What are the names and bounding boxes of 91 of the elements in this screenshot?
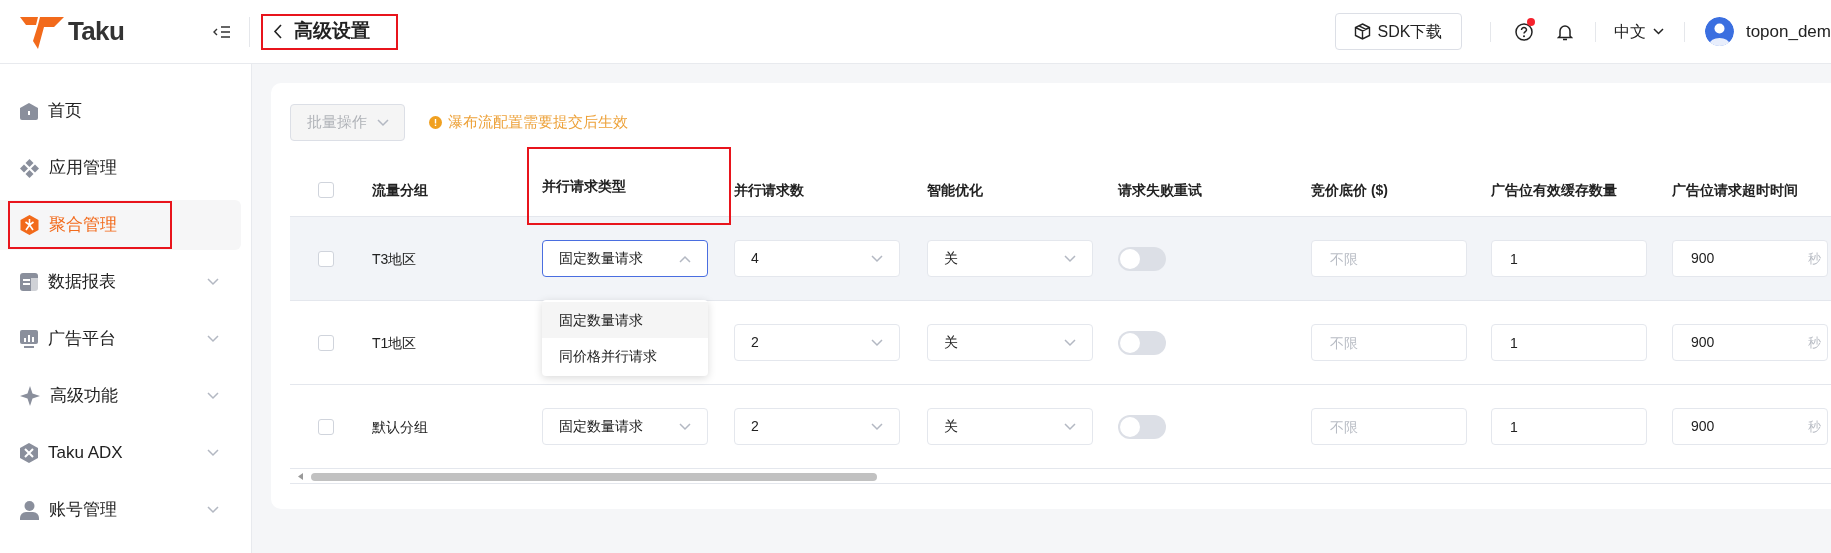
sidebar-item[interactable]: 应用管理 <box>0 143 241 193</box>
username[interactable]: topon_dem <box>1745 18 1831 45</box>
input-field[interactable]: 1 <box>1491 408 1647 445</box>
input-field[interactable]: 1 <box>1491 240 1647 277</box>
toggle-switch[interactable] <box>1118 414 1166 439</box>
checkbox[interactable] <box>318 418 334 435</box>
chevron-down-icon <box>207 506 219 514</box>
table-cell: T3地区 <box>372 250 417 267</box>
chevron-down-icon <box>207 449 219 457</box>
warning-icon <box>429 116 442 129</box>
column-header: 请求失败重试 <box>1118 182 1202 198</box>
select-field[interactable]: 关 <box>927 408 1093 445</box>
checkbox[interactable] <box>318 182 334 198</box>
chevron-down-icon <box>1064 254 1076 263</box>
select-field[interactable]: 固定数量请求 <box>542 240 708 277</box>
chevron-down-icon <box>871 254 883 263</box>
chevron-down-icon <box>1652 28 1664 35</box>
avatar-icon[interactable] <box>1704 17 1734 46</box>
menu-label: 应用管理 <box>49 157 117 180</box>
table-cell: T1地区 <box>372 334 417 351</box>
chevron-down-icon <box>871 338 883 347</box>
person-icon <box>20 500 39 520</box>
column-header: 流量分组 <box>372 182 428 198</box>
bell-icon[interactable] <box>1556 22 1573 41</box>
select-field[interactable]: 关 <box>927 240 1093 277</box>
sidebar-item[interactable]: 数据报表 <box>0 257 241 307</box>
sidebar-item[interactable]: 高级功能 <box>0 371 241 421</box>
sidebar-item[interactable]: Taku ADX <box>0 428 241 478</box>
select-field[interactable]: 4 <box>734 240 900 277</box>
dropdown-option[interactable]: 同价格并行请求 <box>542 338 708 374</box>
column-header: 竞价底价 ($) <box>1311 182 1388 198</box>
column-header: 并行请求类型 <box>542 176 626 196</box>
home-icon <box>20 102 38 120</box>
column-header: 广告位请求超时时间 <box>1672 182 1798 198</box>
sidebar-item[interactable]: 账号管理 <box>0 485 241 535</box>
checkbox[interactable] <box>318 250 334 267</box>
chevron-down-icon <box>871 422 883 431</box>
column-header: 智能优化 <box>927 182 983 198</box>
language-selector[interactable]: 中文 <box>1613 19 1664 44</box>
table-cell: 默认分组 <box>372 418 428 435</box>
menu-label: 账号管理 <box>49 499 117 522</box>
input-field[interactable]: 900 秒 <box>1672 324 1828 361</box>
diamond-grid-icon <box>20 158 39 178</box>
sparkle-icon <box>20 386 40 406</box>
menu-label: 首页 <box>48 100 82 123</box>
document-icon <box>20 273 38 291</box>
select-field[interactable]: 2 <box>734 324 900 361</box>
toggle-switch[interactable] <box>1118 330 1166 355</box>
input-field[interactable]: 900 秒 <box>1672 408 1828 445</box>
logo-text: Taku <box>68 15 125 48</box>
toggle-switch[interactable] <box>1118 246 1166 271</box>
collapse-menu-icon[interactable] <box>213 24 231 39</box>
input-field[interactable]: 不限 <box>1311 408 1467 445</box>
checkbox[interactable] <box>318 334 334 351</box>
page-title: 高级设置 <box>294 19 370 44</box>
help-icon[interactable] <box>1514 22 1533 41</box>
column-header: 广告位有效缓存数量 <box>1491 182 1617 198</box>
sdk-download-button[interactable]: SDK下载 <box>1334 13 1462 50</box>
box-icon <box>1354 23 1372 40</box>
chevron-down-icon <box>1064 422 1076 431</box>
chevron-down-icon <box>207 335 219 343</box>
select-field[interactable]: 固定数量请求 <box>542 408 708 445</box>
select-field[interactable]: 2 <box>734 408 900 445</box>
sidebar-item[interactable]: 首页 <box>0 86 241 136</box>
select-field[interactable]: 关 <box>927 324 1093 361</box>
input-field[interactable]: 不限 <box>1311 240 1467 277</box>
scroll-left-icon[interactable] <box>298 473 303 480</box>
notice-text: 瀑布流配置需要提交后生效 <box>448 112 628 133</box>
dropdown-option[interactable]: 固定数量请求 <box>542 302 708 338</box>
menu-label: 聚合管理 <box>49 214 117 237</box>
menu-label: 数据报表 <box>48 271 116 294</box>
input-field[interactable]: 900 秒 <box>1672 240 1828 277</box>
menu-label: 高级功能 <box>50 385 118 408</box>
monitor-chart-icon <box>20 330 38 348</box>
chevron-up-icon <box>679 254 691 263</box>
column-header: 并行请求数 <box>734 182 804 198</box>
chevron-down-icon <box>1064 338 1076 347</box>
chevron-down-icon <box>207 392 219 400</box>
menu-label: Taku ADX <box>48 442 123 465</box>
hexagon-asterisk-icon <box>20 215 39 235</box>
chevron-down-icon <box>679 422 691 431</box>
sidebar-item[interactable]: 广告平台 <box>0 314 241 364</box>
chevron-down-icon <box>376 118 389 127</box>
input-field[interactable]: 1 <box>1491 324 1647 361</box>
menu-label: 广告平台 <box>48 328 116 351</box>
logo-icon <box>20 14 64 49</box>
back-icon[interactable] <box>273 24 282 39</box>
input-field[interactable]: 不限 <box>1311 324 1467 361</box>
scrollbar-thumb[interactable] <box>311 472 877 481</box>
chevron-down-icon <box>207 278 219 286</box>
hexagon-x-icon <box>20 443 38 463</box>
